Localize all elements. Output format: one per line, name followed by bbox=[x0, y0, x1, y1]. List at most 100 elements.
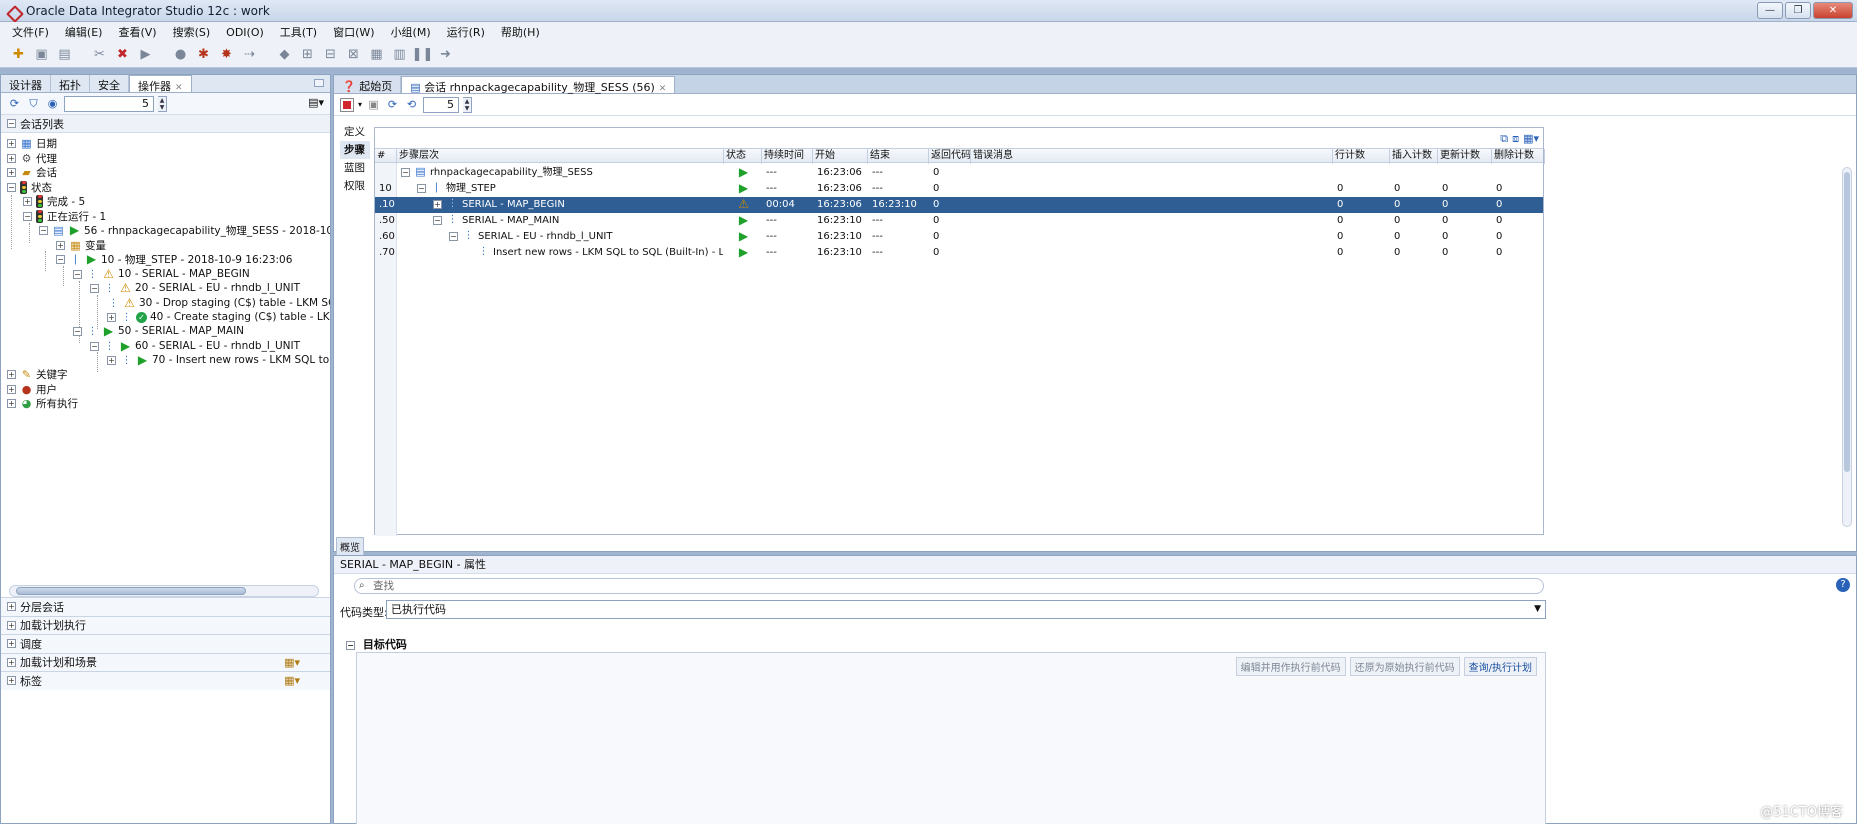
col-update-count[interactable]: 更新计数 bbox=[1438, 149, 1492, 164]
chevron-down-icon[interactable]: ▾ bbox=[358, 100, 362, 109]
restore-original-button[interactable]: 还原为原始执行前代码 bbox=[1349, 657, 1460, 676]
side-tab-definition[interactable]: 定义 bbox=[340, 123, 370, 141]
close-tab-icon[interactable]: ✕ bbox=[175, 83, 183, 93]
tree-item-task-70[interactable]: + ⋮ ▶ 70 - Insert new rows - LKM SQL to … bbox=[107, 353, 330, 367]
menu-team[interactable]: 小组(M) bbox=[383, 24, 439, 40]
step-over-icon[interactable]: ⊟ bbox=[322, 46, 339, 63]
bug-icon[interactable]: ✱ bbox=[195, 46, 212, 63]
frame-icon[interactable]: ▦ bbox=[368, 46, 385, 63]
filter-icon[interactable]: ⛉ bbox=[26, 96, 41, 111]
refresh-icon[interactable]: ⟳ bbox=[7, 96, 22, 111]
save-all-icon[interactable]: ▤ bbox=[56, 46, 73, 63]
tree-item-status[interactable]: − 状态 bbox=[7, 180, 52, 194]
menu-window[interactable]: 窗口(W) bbox=[325, 24, 382, 40]
query-plan-button[interactable]: 查询/执行计划 bbox=[1463, 657, 1537, 676]
close-button[interactable]: ✕ bbox=[1813, 2, 1853, 19]
menu-tools[interactable]: 工具(T) bbox=[272, 24, 325, 40]
auto-refresh-icon[interactable]: ⟲ bbox=[404, 97, 419, 112]
tab-topology[interactable]: 拓扑 bbox=[51, 75, 90, 92]
table-row[interactable]: − ▤ rhnpackagecapability_物理_SESS ▶ --- 16:… bbox=[375, 165, 1543, 181]
collapse-icon[interactable]: − bbox=[90, 283, 99, 293]
editor-refresh-interval-input[interactable]: 5 bbox=[423, 96, 460, 113]
breakpoint-icon[interactable]: ● bbox=[172, 46, 189, 63]
tree-item-agent[interactable]: + ⚙ 代理 bbox=[7, 151, 57, 165]
expand-icon[interactable]: + bbox=[7, 167, 16, 177]
table-row[interactable]: .50 − ⋮ SERIAL - MAP_MAIN ▶ --- 16:23:10 -… bbox=[375, 213, 1543, 229]
tree-item-variables[interactable]: + ▦ 变量 bbox=[56, 238, 106, 252]
properties-search-input[interactable]: ⌕ 查找 bbox=[354, 578, 1544, 594]
expand-icon[interactable]: + bbox=[7, 602, 16, 612]
target-code-section[interactable]: − 目标代码 bbox=[346, 636, 407, 652]
collapse-icon[interactable]: − bbox=[401, 168, 410, 177]
col-error-message[interactable]: 错误消息 bbox=[971, 149, 1333, 164]
col-duration[interactable]: 持续时间 bbox=[762, 149, 813, 164]
col-end[interactable]: 结束 bbox=[868, 149, 929, 164]
side-tab-steps[interactable]: 步骤 bbox=[340, 141, 370, 159]
new-icon[interactable]: ✚ bbox=[10, 46, 27, 63]
col-return-code[interactable]: 返回代码 bbox=[929, 149, 971, 164]
run-icon[interactable]: ▶ bbox=[137, 46, 154, 63]
step-out-icon[interactable]: ⊠ bbox=[345, 46, 362, 63]
panel-minimize-button[interactable] bbox=[314, 79, 324, 87]
accordion-tags[interactable]: + 标签 ▦▾ bbox=[1, 671, 330, 690]
expand-icon[interactable]: + bbox=[7, 384, 16, 394]
view-options-icon[interactable]: ▤▾ bbox=[308, 96, 324, 109]
col-step-hierarchy[interactable]: 步骤层次 bbox=[397, 149, 724, 164]
col-row-count[interactable]: 行计数 bbox=[1333, 149, 1390, 164]
tree-item-step-10[interactable]: − ❘ ▶ 10 - 物理_STEP - 2018-10-9 16:23:06 bbox=[56, 252, 292, 266]
collapse-all-icon[interactable]: ⧈ bbox=[1512, 132, 1519, 146]
tree-item-keywords[interactable]: + ✎ 关键字 bbox=[7, 367, 68, 381]
tree-item-map-main[interactable]: − ⋮ ▶ 50 - SERIAL - MAP_MAIN bbox=[73, 324, 244, 338]
scrollbar-thumb[interactable] bbox=[16, 587, 246, 595]
tree-item-map-begin[interactable]: − ⋮ ⚠ 10 - SERIAL - MAP_BEGIN bbox=[73, 267, 250, 281]
collapse-icon[interactable]: − bbox=[433, 216, 442, 225]
col-delete-count[interactable]: 删除计数 bbox=[1492, 149, 1545, 164]
menu-file[interactable]: 文件(F) bbox=[4, 24, 57, 40]
continue-icon[interactable]: ➜ bbox=[437, 46, 454, 63]
tree-item-users[interactable]: + ● 用户 bbox=[7, 382, 57, 396]
edit-as-pre-exec-button[interactable]: 编辑并用作执行前代码 bbox=[1235, 657, 1346, 676]
collapse-icon[interactable]: − bbox=[449, 232, 458, 241]
table-row[interactable]: .70 ⋮ Insert new rows - LKM SQL to SQL (B… bbox=[375, 245, 1543, 261]
col-start[interactable]: 开始 bbox=[813, 149, 868, 164]
expand-icon[interactable]: + bbox=[433, 200, 442, 209]
collapse-icon[interactable]: − bbox=[417, 184, 426, 193]
tree-item-running[interactable]: − 正在运行 - 1 bbox=[23, 209, 106, 223]
menu-view[interactable]: 查看(V) bbox=[110, 24, 164, 40]
menu-search[interactable]: 搜索(S) bbox=[165, 24, 219, 40]
collapse-icon[interactable]: − bbox=[90, 341, 99, 351]
accordion-hierarchical-sessions[interactable]: + 分层会话 bbox=[1, 597, 330, 616]
expand-icon[interactable]: + bbox=[56, 240, 65, 250]
accordion-scheduling[interactable]: + 调度 bbox=[1, 634, 330, 653]
tree-item-session[interactable]: + ▰ 会话 bbox=[7, 165, 57, 179]
menu-odi[interactable]: ODI(O) bbox=[218, 26, 272, 39]
tab-designer[interactable]: 设计器 bbox=[1, 75, 51, 92]
side-tab-blueprint[interactable]: 蓝图 bbox=[340, 159, 370, 177]
col-insert-count[interactable]: 插入计数 bbox=[1390, 149, 1438, 164]
help-icon[interactable]: ? bbox=[1836, 578, 1850, 592]
collapse-icon[interactable]: − bbox=[73, 269, 82, 279]
col-num[interactable]: # bbox=[375, 149, 397, 164]
resume-icon[interactable]: ▥ bbox=[391, 46, 408, 63]
accordion-load-plan-executions[interactable]: + 加载计划执行 bbox=[1, 615, 330, 634]
step-icon[interactable]: ⇢ bbox=[241, 46, 258, 63]
session-list-header[interactable]: − 会话列表 bbox=[1, 115, 330, 133]
expand-icon[interactable]: + bbox=[7, 639, 16, 649]
tree-item-date[interactable]: + ▦ 日期 bbox=[7, 136, 57, 150]
refresh-interval-input[interactable]: 5 bbox=[64, 95, 154, 112]
side-tab-privileges[interactable]: 权限 bbox=[340, 177, 370, 195]
auto-refresh-icon[interactable]: ◉ bbox=[45, 96, 60, 111]
tree-item-complete[interactable]: + 完成 - 5 bbox=[23, 194, 85, 208]
tag-tool-icon[interactable]: ▦▾ bbox=[284, 674, 300, 687]
collapse-icon[interactable]: − bbox=[346, 641, 355, 650]
tree-item-task-40[interactable]: + ⋮ ✓ 40 - Create staging (C$) table - L… bbox=[107, 310, 330, 324]
cut-icon[interactable]: ✂ bbox=[91, 46, 108, 63]
menu-help[interactable]: 帮助(H) bbox=[493, 24, 548, 40]
debug-icon[interactable]: ✖ bbox=[114, 46, 131, 63]
expand-icon[interactable]: + bbox=[7, 398, 16, 408]
tab-operator[interactable]: 操作器 ✕ bbox=[129, 75, 192, 93]
expand-icon[interactable]: + bbox=[7, 676, 16, 686]
expand-all-icon[interactable]: ⧉ bbox=[1500, 132, 1508, 146]
restore-button[interactable]: ❐ bbox=[1785, 2, 1811, 19]
accordion-load-plans-scenarios[interactable]: + 加载计划和场景 ▦▾ bbox=[1, 652, 330, 671]
